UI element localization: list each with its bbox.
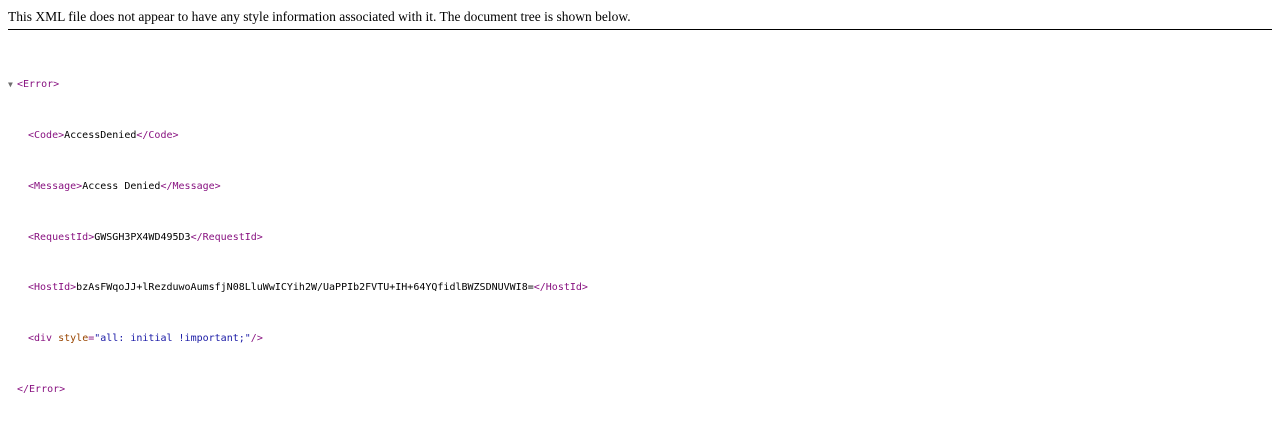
- collapse-triangle-icon[interactable]: ▼: [8, 79, 17, 92]
- message-element: <Message>Access Denied</Message>: [8, 181, 588, 194]
- code-open-tag: <Code>: [28, 129, 65, 141]
- requestid-close-tag: </RequestId>: [190, 231, 263, 243]
- div-open-tag: <div: [28, 333, 53, 345]
- xml-style-notice: This XML file does not appear to have an…: [8, 9, 1272, 30]
- requestid-open-tag: <RequestId>: [28, 231, 95, 243]
- hostid-open-tag: <HostId>: [28, 282, 77, 294]
- hostid-value: bzAsFWqoJJ+lRezduwoAumsfjN08LluWwICYih2W…: [76, 282, 534, 294]
- error-close-tag: </Error>: [17, 383, 66, 395]
- xml-document-tree: ▼ <Error> <Code>AccessDenied</Code> <Mess…: [8, 41, 588, 432]
- xml-viewer-page: This XML file does not appear to have an…: [0, 0, 1280, 432]
- div-self-close: />: [250, 333, 263, 345]
- hostid-element: <HostId>bzAsFWqoJJ+lRezduwoAumsfjN08LluW…: [8, 282, 588, 295]
- code-close-tag: </Code>: [136, 129, 179, 141]
- code-element: <Code>AccessDenied</Code>: [8, 130, 588, 143]
- root-close-line: </Error>: [8, 384, 588, 397]
- code-value: AccessDenied: [64, 129, 137, 141]
- root-open-line: ▼ <Error>: [8, 79, 588, 92]
- message-open-tag: <Message>: [28, 180, 83, 192]
- message-value: Access Denied: [82, 180, 161, 192]
- requestid-value: GWSGH3PX4WD495D3: [94, 231, 191, 243]
- div-style-value: "all: initial !important;": [94, 333, 251, 345]
- requestid-element: <RequestId>GWSGH3PX4WD495D3</RequestId>: [8, 232, 588, 245]
- hostid-close-tag: </HostId>: [533, 282, 588, 294]
- div-element: <div style="all: initial !important;"/>: [8, 333, 588, 346]
- div-style-attribute: style: [52, 333, 89, 345]
- message-close-tag: </Message>: [160, 180, 221, 192]
- error-open-tag: <Error>: [17, 79, 60, 91]
